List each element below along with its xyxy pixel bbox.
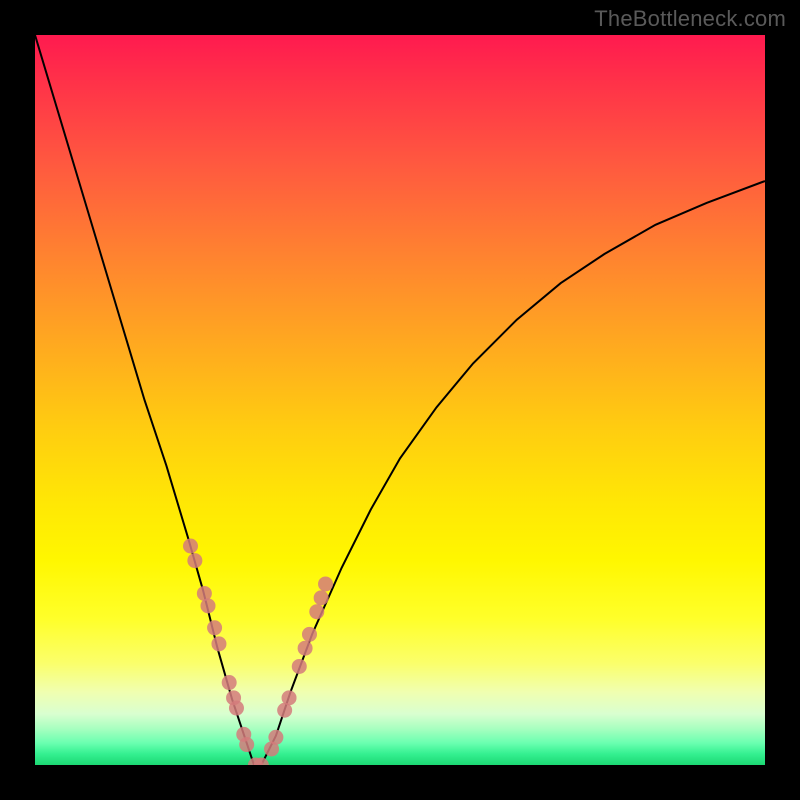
sample-dot [207, 620, 222, 635]
bottleneck-curve-svg [35, 35, 765, 765]
chart-frame: TheBottleneck.com [0, 0, 800, 800]
sample-dot [211, 636, 226, 651]
sample-dot [183, 539, 198, 554]
sample-dot [229, 701, 244, 716]
sample-dot [187, 553, 202, 568]
sample-dot [282, 690, 297, 705]
sample-dot [222, 675, 237, 690]
sample-dot [309, 604, 324, 619]
sample-dot [318, 576, 333, 591]
bottleneck-curve [35, 35, 765, 765]
sample-dot [239, 737, 254, 752]
sample-dot [201, 598, 216, 613]
sample-dot [268, 730, 283, 745]
watermark-text: TheBottleneck.com [594, 6, 786, 32]
sample-dot [314, 590, 329, 605]
sample-dot [292, 659, 307, 674]
plot-area [35, 35, 765, 765]
sample-dot [302, 627, 317, 642]
sample-dot [298, 641, 313, 656]
